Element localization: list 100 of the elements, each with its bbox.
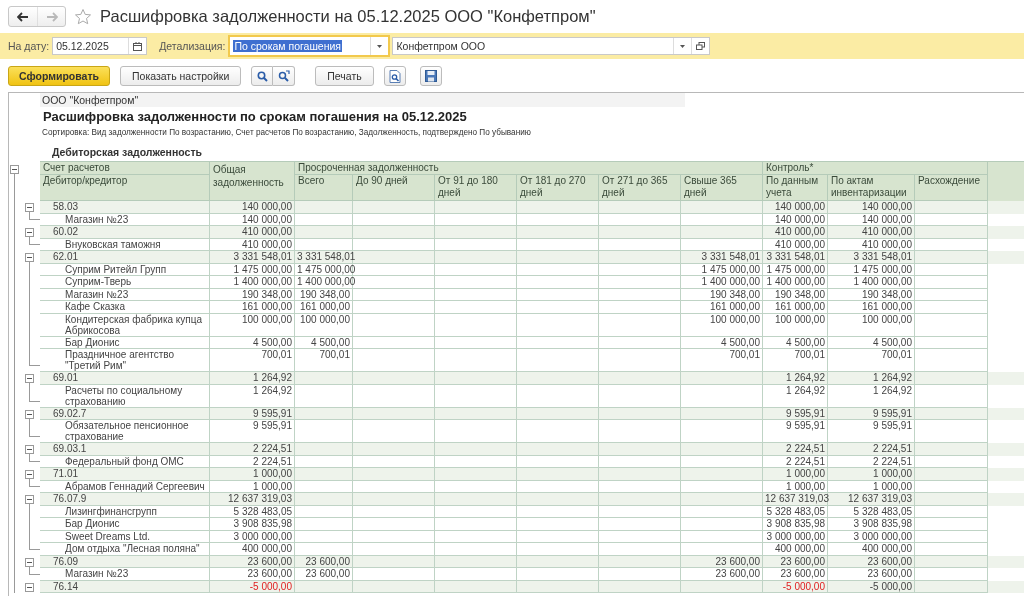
amount-cell: 410 000,00: [763, 226, 828, 239]
toolbar-button[interactable]: Печать: [315, 66, 374, 86]
tree-line: [29, 212, 40, 220]
amount-cell: 4 500,00: [210, 336, 295, 349]
table-cell: [295, 226, 353, 239]
amount-cell: 3 331 548,01: [681, 251, 763, 264]
amount-cell: 23 600,00: [210, 555, 295, 568]
search-button[interactable]: [251, 66, 274, 86]
amount-cell: 410 000,00: [828, 226, 915, 239]
group-collapse-icon[interactable]: [25, 203, 34, 212]
amount-cell: 3 331 548,01: [295, 251, 353, 264]
group-collapse-icon[interactable]: [25, 470, 34, 479]
amount-cell: 4 500,00: [828, 336, 915, 349]
amount-cell: 2 224,51: [828, 443, 915, 456]
amount-cell: 1 400 000,00: [763, 276, 828, 289]
tree-line: [29, 454, 40, 462]
detail-label: Детализация:: [159, 40, 226, 52]
account-cell: 69.02.7: [40, 407, 210, 420]
date-field[interactable]: 05.12.2025: [52, 37, 148, 55]
group-collapse-icon[interactable]: [25, 582, 34, 592]
account-cell: 71.01: [40, 468, 210, 481]
tree-line: [29, 504, 40, 550]
amount-cell: 9 595,91: [210, 407, 295, 420]
group-collapse-icon[interactable]: [25, 445, 34, 454]
group-collapse-icon[interactable]: [25, 557, 34, 567]
save-button[interactable]: [419, 66, 442, 86]
group-collapse-icon[interactable]: [25, 228, 34, 237]
counterparty-cell: Суприм Ритейл Групп: [40, 263, 210, 276]
amount-cell: 410 000,00: [210, 226, 295, 239]
amount-cell: 1 475 000,00: [763, 263, 828, 276]
amount-cell: 100 000,00: [295, 313, 353, 337]
amount-cell: 1 475 000,00: [210, 263, 295, 276]
amount-cell: 100 000,00: [763, 313, 828, 337]
table-cell: [295, 543, 353, 556]
amount-cell: 3 331 548,01: [828, 251, 915, 264]
table-cell: [295, 443, 353, 456]
amount-cell: 100 000,00: [210, 313, 295, 337]
search-icon: [256, 70, 268, 82]
counterparty-cell: Кафе Сказка: [40, 301, 210, 314]
amount-cell: 23 600,00: [681, 568, 763, 581]
amount-cell: 140 000,00: [763, 201, 828, 214]
amount-cell: 140 000,00: [828, 201, 915, 214]
amount-cell: 1 000,00: [763, 468, 828, 481]
calendar-icon[interactable]: [133, 41, 143, 51]
group-collapse-icon[interactable]: [25, 253, 34, 262]
amount-cell: 1 000,00: [828, 468, 915, 481]
counterparty-cell: Бар Дионис: [40, 336, 210, 349]
account-cell: 60.02: [40, 226, 210, 239]
tree-line: [29, 383, 40, 402]
open-window-icon[interactable]: [696, 42, 706, 50]
account-cell: 76.07.9: [40, 493, 210, 506]
amount-cell: 1 400 000,00: [210, 276, 295, 289]
column-group-header: Просроченная задолженность: [295, 162, 763, 175]
table-cell: [295, 468, 353, 481]
account-cell: 69.03.1: [40, 443, 210, 456]
amount-cell: 5 328 483,05: [763, 505, 828, 518]
amount-cell: 3 000 000,00: [210, 530, 295, 543]
amount-cell: 1 264,92: [210, 384, 295, 408]
group-collapse-icon[interactable]: [25, 409, 34, 419]
generate-button[interactable]: Сформировать: [8, 66, 110, 86]
counterparty-cell: Магазин №23: [40, 568, 210, 581]
amount-cell: 12 637 319,03: [210, 493, 295, 506]
amount-cell: 4 500,00: [295, 336, 353, 349]
amount-cell: 140 000,00: [210, 201, 295, 214]
amount-cell: 190 348,00: [295, 288, 353, 301]
amount-cell: 161 000,00: [210, 301, 295, 314]
amount-cell: 3 908 835,98: [210, 518, 295, 531]
amount-cell: 1 475 000,00: [295, 263, 353, 276]
table-cell: [295, 201, 353, 214]
amount-cell: 23 600,00: [295, 568, 353, 581]
amount-cell: 3 331 548,01: [210, 251, 295, 264]
section-title: Дебиторская задолженность: [51, 145, 203, 160]
preview-button[interactable]: [383, 66, 406, 86]
counterparty-cell: Бар Дионис: [40, 518, 210, 531]
favorite-star-icon[interactable]: [74, 7, 92, 26]
company-name: ООО "Конфетпром": [40, 93, 685, 107]
organization-dropdown[interactable]: Конфетпром ООО: [392, 37, 711, 55]
amount-cell: 3 000 000,00: [763, 530, 828, 543]
amount-cell: 3 908 835,98: [828, 518, 915, 531]
group-collapse-icon[interactable]: [25, 495, 34, 504]
amount-cell: 5 328 483,05: [210, 505, 295, 518]
account-cell: 58.03: [40, 201, 210, 214]
dropdown-caret-icon[interactable]: [377, 44, 383, 48]
group-collapse-icon[interactable]: [25, 374, 34, 383]
amount-cell: 4 500,00: [763, 336, 828, 349]
amount-cell: 23 600,00: [763, 555, 828, 568]
section-collapse-icon[interactable]: [9, 165, 19, 174]
amount-cell: 23 600,00: [763, 568, 828, 581]
amount-cell: 1 264,92: [828, 372, 915, 385]
amount-cell: 1 475 000,00: [681, 263, 763, 276]
detail-dropdown[interactable]: По срокам погашения: [228, 35, 391, 57]
amount-cell: 12 637 319,03: [763, 493, 828, 506]
counterparty-cell: Дом отдыха "Лесная поляна": [40, 543, 210, 556]
amount-cell: 9 595,91: [828, 407, 915, 420]
search-refresh-button[interactable]: [273, 66, 296, 86]
dropdown-caret-icon[interactable]: [680, 44, 686, 48]
amount-cell: -5 000,00: [828, 580, 915, 593]
toolbar-button[interactable]: Показать настройки: [120, 66, 242, 86]
table-cell: [295, 372, 353, 385]
amount-cell: 400 000,00: [210, 543, 295, 556]
